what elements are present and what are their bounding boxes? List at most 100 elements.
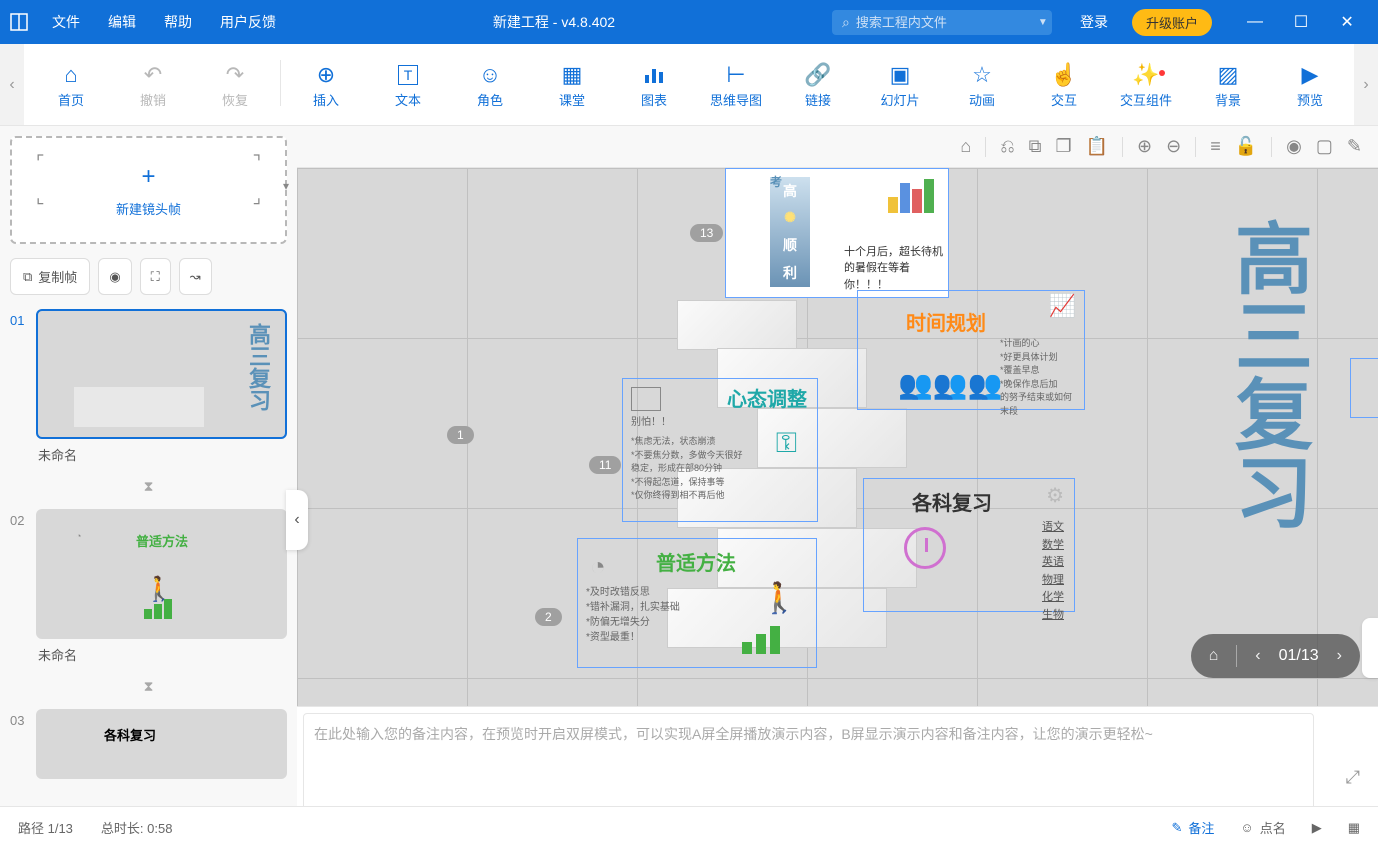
ct-edit-icon[interactable]: ✎ — [1347, 136, 1362, 157]
search-input[interactable] — [856, 15, 1032, 30]
section-time[interactable]: 时间规划 📈 👥👥👥 *计画的心*好更具体计划*覆盖早息*晚保作息后加的努予结束… — [857, 290, 1085, 410]
tb-undo[interactable]: ↶撤销 — [112, 60, 194, 109]
ct-home-icon[interactable]: ⌂ — [960, 136, 971, 157]
ct-zoomin-icon[interactable]: ⊕ — [1137, 136, 1152, 157]
upgrade-button[interactable]: 升级账户 — [1132, 9, 1212, 36]
star-icon: ☆ — [972, 60, 992, 90]
menu-edit[interactable]: 编辑 — [94, 12, 150, 32]
copy-icon: ⧉ — [23, 269, 32, 285]
statusbar: 路径 1/13 总时长: 0:58 ✎备注 ☺点名 ▶ ▦ — [0, 806, 1378, 848]
login-button[interactable]: 登录 — [1066, 12, 1122, 32]
canvas[interactable]: 高三复习 1 2 3 11 12 13 高✺顺利 十个月后，超长待机的暑假在等着… — [297, 168, 1378, 706]
ct-copy-icon[interactable]: ⧉ — [1029, 136, 1042, 157]
project-search[interactable]: ⌕ ▼ — [832, 10, 1052, 35]
badge-1: 1 — [447, 426, 474, 444]
camera-icon: ◉ — [109, 269, 120, 285]
slide-icon: ▣ — [890, 60, 911, 90]
pager-home-icon[interactable]: ⌂ — [1209, 647, 1219, 665]
plus-circle-icon: ⊕ — [317, 60, 335, 90]
section-top[interactable]: 高✺顺利 十个月后，超长待机的暑假在等着你！！！ 考 — [725, 168, 949, 298]
tb-preview[interactable]: ▶预览 — [1269, 60, 1351, 109]
thumb-row-3: 03 各科复习 — [10, 709, 287, 779]
search-dropdown-icon[interactable]: ▼ — [1038, 17, 1048, 28]
canvas-toolbar: ⌂ ⎌ ⧉ ❐ 📋 ⊕ ⊖ ≡ 🔓 ◉ ▢ ✎ — [297, 126, 1378, 168]
menu-file[interactable]: 文件 — [38, 12, 94, 32]
tb-insert[interactable]: ⊕插入 — [285, 60, 367, 109]
plus-icon: + — [141, 163, 155, 191]
right-panel-toggle[interactable] — [1362, 618, 1378, 678]
play-icon: ▶ — [1302, 60, 1319, 90]
canvas-pager: ⌂ ‹ 01/13 › — [1191, 634, 1360, 678]
mindmap-icon: ⊢ — [726, 60, 745, 90]
ct-camera-icon[interactable]: ◉ — [1286, 136, 1302, 157]
badge-11: 11 — [589, 456, 621, 474]
main-title: 高三复习 — [1217, 218, 1318, 530]
tb-role[interactable]: ☺角色 — [449, 60, 531, 109]
badge-2: 2 — [535, 608, 562, 626]
tb-link[interactable]: 🔗链接 — [777, 60, 859, 109]
thumb-2-name: 未命名 — [36, 639, 287, 670]
tb-redo[interactable]: ↷恢复 — [194, 60, 276, 109]
toolbar-scroll-right[interactable]: › — [1354, 44, 1378, 125]
window-close[interactable]: ✕ — [1324, 12, 1370, 32]
pager-prev-icon[interactable]: ‹ — [1255, 647, 1260, 665]
status-roll-button[interactable]: ☺点名 — [1240, 818, 1285, 837]
window-maximize[interactable]: ☐ — [1278, 12, 1324, 32]
note-icon: ✎ — [1171, 820, 1182, 836]
undo-icon: ↶ — [144, 60, 162, 90]
tb-home[interactable]: ⌂首页 — [30, 60, 112, 109]
notification-dot — [1159, 70, 1165, 76]
ct-align-icon[interactable]: ≡ — [1210, 136, 1221, 157]
ct-paste-icon[interactable]: 📋 — [1086, 136, 1108, 157]
notes-panel: ⤢ — [297, 706, 1378, 806]
menu-help[interactable]: 帮助 — [150, 12, 206, 32]
thumb-1-name: 未命名 — [36, 439, 287, 470]
titlebar: 文件 编辑 帮助 用户反馈 新建工程 - v4.8.402 ⌕ ▼ 登录 升级账… — [0, 0, 1378, 44]
tb-chart[interactable]: 图表 — [613, 60, 695, 109]
thumbnail-3[interactable]: 各科复习 — [36, 709, 287, 779]
thumbnail-2[interactable]: 普适方法 ◔ 🚶 — [36, 509, 287, 639]
class-icon: ▦ — [562, 60, 583, 90]
thumb-row-2: 02 普适方法 ◔ 🚶 未命名 — [10, 509, 287, 670]
section-subjects[interactable]: 各科复习 ⚙ 语文数学英语物理化学生物 — [863, 478, 1075, 612]
tb-widget[interactable]: ✨交互组件 — [1105, 60, 1187, 109]
notes-textarea[interactable] — [303, 713, 1314, 812]
hourglass-icon: ⧗ — [10, 678, 287, 695]
toolbar-scroll-left[interactable]: ‹ — [0, 44, 24, 125]
tb-slide[interactable]: ▣幻灯片 — [859, 60, 941, 109]
tb-text[interactable]: T文本 — [367, 60, 449, 109]
menu-feedback[interactable]: 用户反馈 — [206, 12, 290, 32]
ct-lock-icon[interactable]: 🔓 — [1235, 136, 1257, 157]
ct-image-icon[interactable]: ▢ — [1316, 136, 1333, 157]
camera-button[interactable]: ◉ — [98, 258, 131, 295]
present-icon: ▶ — [1312, 820, 1322, 836]
sidebar-collapse-button[interactable]: ‹ — [286, 490, 308, 550]
tb-mindmap[interactable]: ⊢思维导图 — [695, 60, 777, 109]
tb-anim[interactable]: ☆动画 — [941, 60, 1023, 109]
status-duration: 总时长: 0:58 — [101, 818, 173, 837]
window-minimize[interactable]: — — [1232, 13, 1278, 31]
expand-icon[interactable]: ⤢ — [1346, 767, 1360, 788]
tb-bg[interactable]: ▨背景 — [1187, 60, 1269, 109]
section-mind[interactable]: 心态调整 别怕！！ ⚿ *焦虑无法，状态崩溃*不要焦分数，多做今天很好稳定，形成… — [622, 378, 818, 522]
status-present-button[interactable]: ▶ — [1312, 820, 1322, 836]
tb-class[interactable]: ▦课堂 — [531, 60, 613, 109]
ct-undo-icon[interactable]: ⎌ — [1000, 136, 1014, 157]
ct-copy2-icon[interactable]: ❐ — [1055, 136, 1071, 157]
fullscreen-button[interactable]: ⛶ — [140, 258, 171, 295]
copy-frame-button[interactable]: ⧉复制帧 — [10, 258, 90, 295]
pager-next-icon[interactable]: › — [1337, 647, 1342, 665]
pager-text: 01/13 — [1279, 647, 1319, 665]
ct-zoomout-icon[interactable]: ⊖ — [1166, 136, 1181, 157]
newframe-dropdown[interactable]: ▾ — [283, 179, 289, 193]
tb-interact[interactable]: ☝交互 — [1023, 60, 1105, 109]
link-icon: 🔗 — [804, 60, 831, 90]
status-more-button[interactable]: ▦ — [1348, 820, 1360, 836]
sparkle-icon: ✨ — [1132, 60, 1159, 90]
sidebar-actions: ⧉复制帧 ◉ ⛶ ↝ — [10, 258, 287, 295]
section-method[interactable]: ◔ 普适方法 *及时改错反思*错补漏洞，扎实基础*防偏无增失分*资型最重！ 🚶 — [577, 538, 817, 668]
thumbnail-1[interactable]: 高三复习 — [36, 309, 287, 439]
new-frame-button[interactable]: ⌜⌝ ⌞⌟ + 新建镜头帧 — [10, 136, 287, 244]
path-button[interactable]: ↝ — [179, 258, 212, 295]
status-notes-button[interactable]: ✎备注 — [1171, 818, 1214, 837]
